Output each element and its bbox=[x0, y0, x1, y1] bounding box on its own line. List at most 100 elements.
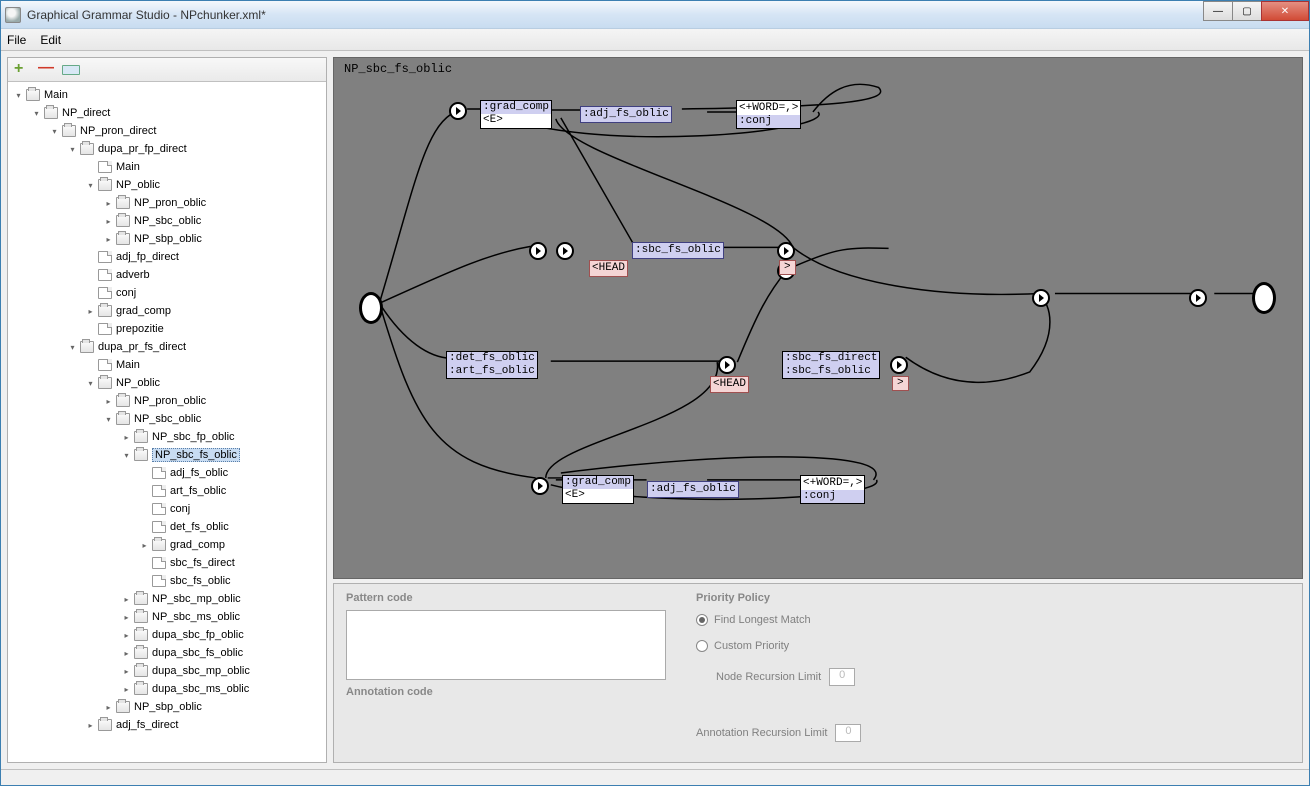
node-det[interactable]: :det_fs_oblic :art_fs_oblic bbox=[446, 351, 538, 379]
waypoint-icon[interactable] bbox=[718, 356, 736, 374]
node-gt[interactable]: > bbox=[779, 260, 796, 275]
tree-item[interactable]: ▾NP_pron_direct bbox=[10, 122, 324, 140]
expand-icon[interactable]: ▸ bbox=[122, 649, 131, 658]
node-sbc-fs[interactable]: :sbc_fs_oblic bbox=[632, 242, 724, 259]
tree-item[interactable]: ▸dupa_sbc_mp_oblic bbox=[10, 662, 324, 680]
waypoint-icon[interactable] bbox=[531, 477, 549, 495]
tree-item[interactable]: ▸dupa_sbc_fp_oblic bbox=[10, 626, 324, 644]
collapse-icon[interactable]: ▾ bbox=[86, 379, 95, 388]
tree-item[interactable]: ▸adj_fs_direct bbox=[10, 716, 324, 734]
titlebar[interactable]: Graphical Grammar Studio - NPchunker.xml… bbox=[1, 1, 1309, 29]
waypoint-icon[interactable] bbox=[449, 102, 467, 120]
tree-item[interactable]: conj bbox=[10, 500, 324, 518]
tree-item[interactable]: sbc_fs_direct bbox=[10, 554, 324, 572]
expand-icon[interactable]: ▸ bbox=[122, 595, 131, 604]
radio-longest-match[interactable] bbox=[696, 614, 708, 626]
collapse-icon[interactable]: ▾ bbox=[50, 127, 59, 136]
tree-item[interactable]: ▸dupa_sbc_ms_oblic bbox=[10, 680, 324, 698]
start-node[interactable] bbox=[359, 292, 383, 324]
node-word[interactable]: <+WORD=,> :conj bbox=[800, 475, 865, 504]
tree-item[interactable]: ▾NP_sbc_oblic bbox=[10, 410, 324, 428]
tree-item[interactable]: adverb bbox=[10, 266, 324, 284]
node-gt[interactable]: > bbox=[892, 376, 909, 391]
collapse-icon[interactable]: ▾ bbox=[14, 91, 23, 100]
waypoint-icon[interactable] bbox=[890, 356, 908, 374]
menu-file[interactable]: File bbox=[7, 33, 26, 47]
tree-item[interactable]: Main bbox=[10, 158, 324, 176]
tree-item[interactable]: ▾NP_sbc_fs_oblic bbox=[10, 446, 324, 464]
tree-item[interactable]: prepozitie bbox=[10, 320, 324, 338]
tree-item[interactable]: adj_fs_oblic bbox=[10, 464, 324, 482]
tree-item[interactable]: ▾NP_direct bbox=[10, 104, 324, 122]
tree-item[interactable]: ▸NP_sbc_ms_oblic bbox=[10, 608, 324, 626]
expand-icon[interactable]: ▸ bbox=[86, 307, 95, 316]
tree-item[interactable]: ▸NP_pron_oblic bbox=[10, 194, 324, 212]
tree-item[interactable]: ▾dupa_pr_fs_direct bbox=[10, 338, 324, 356]
tree-item[interactable]: ▸NP_pron_oblic bbox=[10, 392, 324, 410]
add-icon[interactable]: + bbox=[14, 63, 28, 77]
tree-item[interactable]: conj bbox=[10, 284, 324, 302]
tree-item[interactable]: art_fs_oblic bbox=[10, 482, 324, 500]
tree-item[interactable]: ▸grad_comp bbox=[10, 302, 324, 320]
node-word[interactable]: <+WORD=,> :conj bbox=[736, 100, 801, 129]
tree-item[interactable]: ▸NP_sbp_oblic bbox=[10, 698, 324, 716]
collapse-icon[interactable]: ▾ bbox=[32, 109, 41, 118]
tree-item[interactable]: ▸NP_sbc_mp_oblic bbox=[10, 590, 324, 608]
collapse-icon[interactable]: ▾ bbox=[104, 415, 113, 424]
collapse-icon[interactable]: ▾ bbox=[122, 451, 131, 460]
maximize-button[interactable]: ▢ bbox=[1232, 1, 1262, 21]
waypoint-icon[interactable] bbox=[1032, 289, 1050, 307]
end-node[interactable] bbox=[1252, 282, 1276, 314]
radio-custom-priority[interactable] bbox=[696, 640, 708, 652]
tree-item[interactable]: adj_fp_direct bbox=[10, 248, 324, 266]
expand-icon[interactable]: ▸ bbox=[122, 685, 131, 694]
waypoint-icon[interactable] bbox=[556, 242, 574, 260]
waypoint-icon[interactable] bbox=[777, 242, 795, 260]
tree-item[interactable]: ▾dupa_pr_fp_direct bbox=[10, 140, 324, 158]
node-head[interactable]: <HEAD bbox=[589, 260, 628, 277]
expand-icon[interactable]: ▸ bbox=[140, 541, 149, 550]
expand-icon[interactable]: ▸ bbox=[86, 721, 95, 730]
node-recursion-input[interactable]: 0 bbox=[829, 668, 855, 686]
expand-icon[interactable]: ▸ bbox=[104, 217, 113, 226]
tree-item[interactable]: ▾Main bbox=[10, 86, 324, 104]
node-adj[interactable]: :adj_fs_oblic bbox=[580, 106, 672, 123]
waypoint-icon[interactable] bbox=[529, 242, 547, 260]
tree-item[interactable]: Main bbox=[10, 356, 324, 374]
expand-icon[interactable]: ▸ bbox=[122, 631, 131, 640]
waypoint-icon[interactable] bbox=[1189, 289, 1207, 307]
grammar-tree[interactable]: ▾Main▾NP_direct▾NP_pron_direct▾dupa_pr_f… bbox=[8, 82, 326, 762]
tree-item[interactable]: ▸NP_sbc_oblic bbox=[10, 212, 324, 230]
node-sbc-direct[interactable]: :sbc_fs_direct :sbc_fs_oblic bbox=[782, 351, 880, 379]
tree-item[interactable]: ▸grad_comp bbox=[10, 536, 324, 554]
pattern-code-input[interactable] bbox=[346, 610, 666, 680]
rename-icon[interactable] bbox=[62, 65, 80, 75]
expand-icon[interactable]: ▸ bbox=[122, 667, 131, 676]
expand-icon[interactable]: ▸ bbox=[104, 235, 113, 244]
tree-item[interactable]: sbc_fs_oblic bbox=[10, 572, 324, 590]
collapse-icon[interactable]: ▾ bbox=[86, 181, 95, 190]
remove-icon[interactable]: — bbox=[38, 63, 52, 77]
node-grad-comp[interactable]: :grad_comp <E> bbox=[562, 475, 634, 504]
expand-icon[interactable]: ▸ bbox=[122, 613, 131, 622]
minimize-button[interactable]: — bbox=[1203, 1, 1233, 21]
expand-icon[interactable]: ▸ bbox=[122, 433, 131, 442]
tree-item[interactable]: ▾NP_oblic bbox=[10, 176, 324, 194]
expand-icon[interactable]: ▸ bbox=[104, 703, 113, 712]
graph-canvas[interactable]: NP_sbc_fs_oblic bbox=[333, 57, 1303, 579]
annotation-recursion-input[interactable]: 0 bbox=[835, 724, 861, 742]
collapse-icon[interactable]: ▾ bbox=[68, 145, 77, 154]
tree-item[interactable]: ▸NP_sbp_oblic bbox=[10, 230, 324, 248]
tree-item[interactable]: ▸NP_sbc_fp_oblic bbox=[10, 428, 324, 446]
node-adj[interactable]: :adj_fs_oblic bbox=[647, 481, 739, 498]
menu-edit[interactable]: Edit bbox=[40, 33, 61, 47]
collapse-icon[interactable]: ▾ bbox=[68, 343, 77, 352]
expand-icon[interactable]: ▸ bbox=[104, 199, 113, 208]
node-grad-comp[interactable]: :grad_comp <E> bbox=[480, 100, 552, 129]
close-button[interactable]: ✕ bbox=[1261, 1, 1309, 21]
tree-item[interactable]: det_fs_oblic bbox=[10, 518, 324, 536]
expand-icon[interactable]: ▸ bbox=[104, 397, 113, 406]
node-head[interactable]: <HEAD bbox=[710, 376, 749, 393]
tree-item[interactable]: ▸dupa_sbc_fs_oblic bbox=[10, 644, 324, 662]
tree-item[interactable]: ▾NP_oblic bbox=[10, 374, 324, 392]
